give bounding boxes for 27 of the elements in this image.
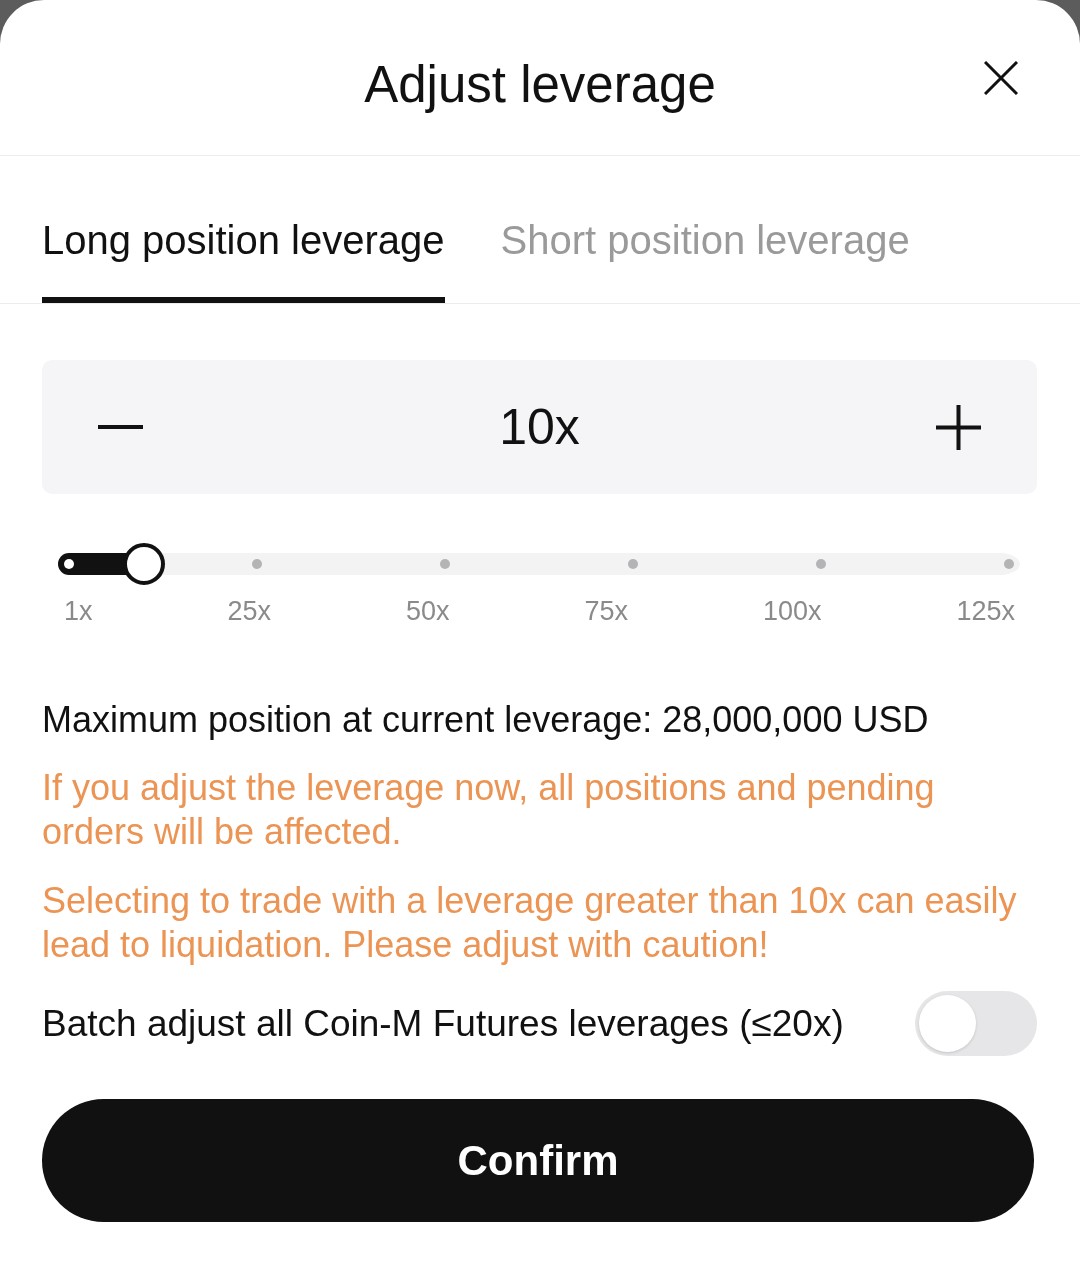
close-icon: [984, 60, 1018, 95]
slider-thumb[interactable]: [123, 543, 166, 585]
slider-mark-label: 75x: [584, 596, 628, 626]
warning-text: Selecting to trade with a leverage greater than 10x can easily lead to liquidation. Please adjust with caution!: [42, 879, 1018, 967]
tick-dot-icon: [252, 559, 262, 569]
close-button[interactable]: [984, 60, 1018, 95]
slider-mark-label: 50x: [405, 596, 450, 626]
increase-button[interactable]: [936, 404, 981, 450]
minus-icon: [98, 425, 143, 429]
dialog-title: Adjust leverage: [364, 55, 716, 114]
slider-mark-label: 100x: [762, 596, 822, 626]
tab[interactable]: Long position leverage: [42, 156, 445, 303]
tick-dot-icon: [1004, 559, 1014, 569]
tick-dot-icon: [64, 559, 74, 569]
tick-dot-icon: [440, 559, 450, 569]
plus-icon: [936, 404, 981, 450]
tick-dot-icon: [816, 559, 826, 569]
batch-adjust-label: Batch adjust all Coin-M Futures leverages (≤20x): [42, 1001, 844, 1046]
confirm-button[interactable]: Confirm: [42, 1099, 1034, 1222]
slider-mark-label: 125x: [956, 596, 1015, 626]
max-position-text: Maximum position at current leverage: 28,000,000 USD: [42, 698, 930, 742]
warning-text: If you adjust the leverage now, all positions and pending orders will be affected.: [42, 766, 936, 854]
leverage-value: 10x: [499, 398, 580, 456]
toggle-knob: [919, 995, 976, 1052]
slider-mark-label: 25x: [227, 596, 271, 626]
slider-mark-label: 1x: [64, 596, 93, 626]
tick-dot-icon: [628, 559, 638, 569]
